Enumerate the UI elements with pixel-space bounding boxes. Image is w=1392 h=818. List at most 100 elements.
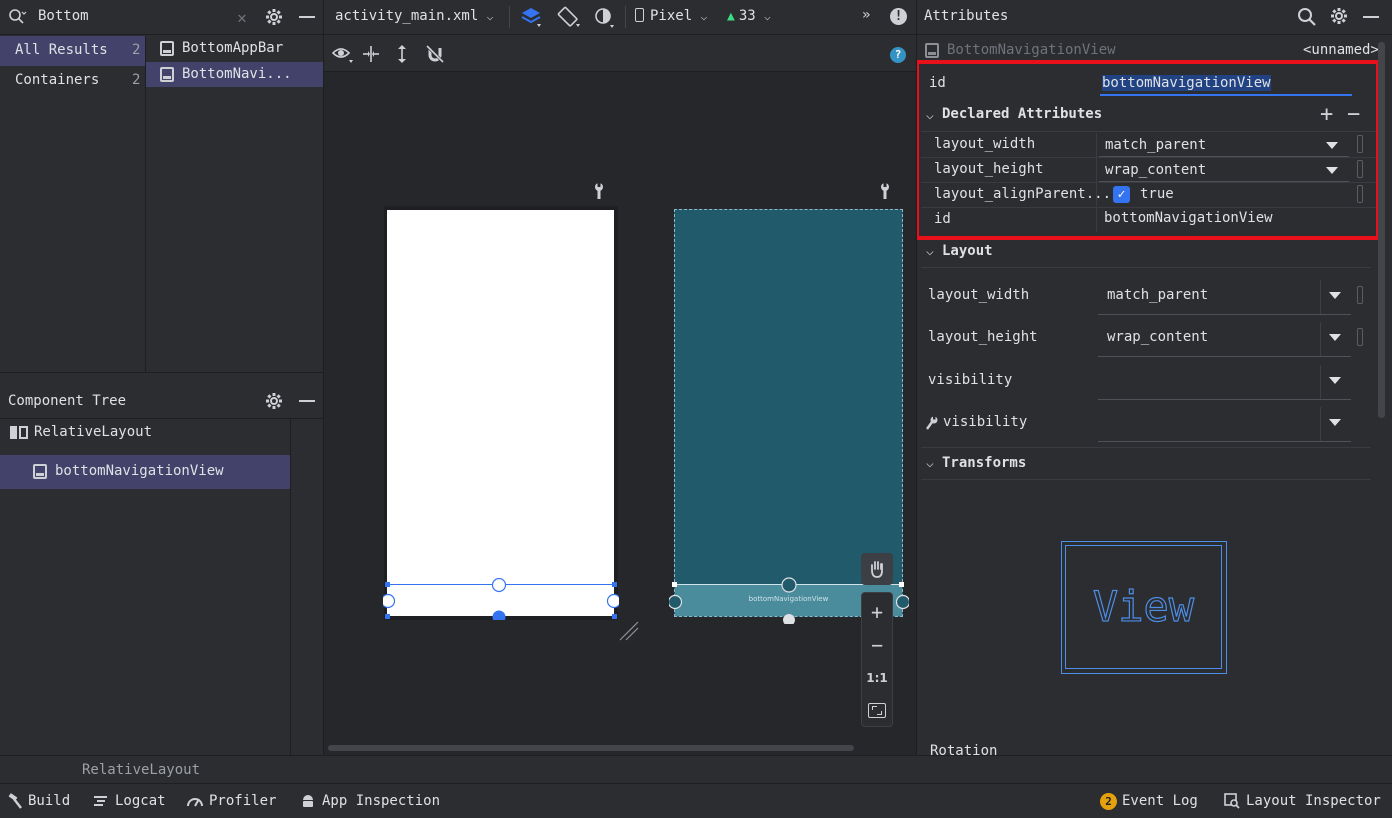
design-canvas[interactable]: bottomNavigationView + − 1:1 xyxy=(324,72,916,755)
zoom-reset-button[interactable]: 1:1 xyxy=(862,663,892,693)
eye-icon[interactable] xyxy=(331,44,356,64)
profiler-tab[interactable]: Profiler xyxy=(186,790,276,812)
dropdown-arrow-icon[interactable] xyxy=(1329,292,1341,299)
theme-icon[interactable] xyxy=(593,6,617,30)
minimize-icon[interactable] xyxy=(299,400,315,402)
resize-handle-icon[interactable] xyxy=(618,620,640,642)
layout-inspector-tab[interactable]: Layout Inspector xyxy=(1224,790,1381,812)
zoom-controls: + − 1:1 xyxy=(861,592,893,727)
side-toggle[interactable] xyxy=(1357,185,1363,203)
widget-icon xyxy=(160,67,174,82)
design-surface[interactable] xyxy=(383,206,619,620)
layout-row[interactable]: visibility xyxy=(917,365,1377,401)
more-icon[interactable]: » xyxy=(862,7,870,23)
category-all-results[interactable]: All Results 2 xyxy=(0,36,145,66)
gear-icon[interactable] xyxy=(264,7,284,27)
android-icon: ▲ xyxy=(727,9,735,24)
palette-item-bottom-app-bar[interactable]: BottomAppBar xyxy=(146,36,323,62)
logcat-icon xyxy=(94,796,107,806)
add-attribute-button[interactable]: + xyxy=(1320,102,1333,127)
palette-item-bottom-navigation-view[interactable]: BottomNavi... xyxy=(146,62,323,87)
pan-button[interactable] xyxy=(861,553,893,585)
wrench-icon[interactable] xyxy=(592,182,606,200)
declared-row[interactable]: id bottomNavigationView xyxy=(921,208,1376,232)
relative-layout-icon xyxy=(10,426,28,439)
warning-icon[interactable]: ! xyxy=(890,8,907,25)
declared-row[interactable]: layout_alignParent... ✓ true xyxy=(921,183,1376,207)
selected-bottom-nav[interactable] xyxy=(383,578,619,620)
design-toolbar: ? xyxy=(324,35,916,71)
tree-node-relative-layout[interactable]: RelativeLayout xyxy=(0,421,290,447)
file-tab[interactable]: activity_main.xml ⌵ xyxy=(335,8,493,24)
layers-icon[interactable] xyxy=(519,5,543,29)
remove-attribute-button[interactable]: − xyxy=(1347,102,1360,127)
tree-node-bottom-navigation-view[interactable]: bottomNavigationView xyxy=(0,455,290,489)
side-toggle[interactable] xyxy=(1357,328,1363,346)
side-toggle[interactable] xyxy=(1357,286,1363,304)
layout-row[interactable]: layout_width match_parent xyxy=(917,280,1377,316)
attribute-name: layout_height xyxy=(928,329,1038,345)
dropdown-arrow-icon[interactable] xyxy=(1329,419,1341,426)
attribute-value[interactable]: match_parent xyxy=(1107,287,1208,303)
build-tab[interactable]: Build xyxy=(7,790,70,812)
declared-row[interactable]: layout_height wrap_content xyxy=(921,158,1376,182)
zoom-in-button[interactable]: + xyxy=(862,597,892,627)
side-toggle[interactable] xyxy=(1357,160,1363,178)
gauge-icon xyxy=(187,798,203,807)
declared-attributes-header[interactable]: ⌵ Declared Attributes + − xyxy=(917,102,1377,128)
device-selector[interactable]: Pixel ⌵ xyxy=(635,8,707,24)
breadcrumb[interactable]: RelativeLayout xyxy=(82,762,200,778)
side-toggle[interactable] xyxy=(1357,135,1363,153)
wrench-icon[interactable] xyxy=(878,182,892,200)
palette-item-label: BottomAppBar xyxy=(182,40,284,56)
layout-row[interactable]: visibility xyxy=(917,407,1377,443)
horizontal-scrollbar[interactable] xyxy=(328,745,854,751)
app-inspection-tab[interactable]: App Inspection xyxy=(301,790,440,812)
api-selector[interactable]: ▲ 33 ⌵ xyxy=(727,8,771,24)
gear-icon[interactable] xyxy=(264,391,284,411)
horizontal-constraint-icon[interactable] xyxy=(361,44,381,64)
clear-search-icon[interactable]: ✕ xyxy=(234,8,250,27)
dropdown-arrow-icon[interactable] xyxy=(1326,167,1338,174)
palette-item-label: BottomNavi... xyxy=(182,66,292,82)
palette-search-input[interactable]: Bottom xyxy=(38,8,89,24)
help-icon[interactable]: ? xyxy=(890,47,906,63)
attribute-value[interactable]: wrap_content xyxy=(1107,329,1208,345)
dropdown-arrow-icon[interactable] xyxy=(1326,142,1338,149)
event-log-badge: 2 xyxy=(1100,792,1117,810)
dropdown-arrow-icon[interactable] xyxy=(1329,334,1341,341)
minimize-icon[interactable] xyxy=(1363,16,1379,18)
section-title: Transforms xyxy=(942,455,1027,471)
logcat-tab[interactable]: Logcat xyxy=(93,790,166,812)
chevron-down-icon: ⌵ xyxy=(926,244,934,259)
checkbox-checked[interactable]: ✓ xyxy=(1113,186,1130,203)
vertical-constraint-icon[interactable] xyxy=(394,44,410,64)
zoom-out-button[interactable]: − xyxy=(862,630,892,660)
layout-row[interactable]: layout_height wrap_content xyxy=(917,322,1377,358)
id-input[interactable]: bottomNavigationView xyxy=(1100,72,1352,96)
attribute-value[interactable]: match_parent xyxy=(1105,137,1206,153)
search-icon[interactable] xyxy=(1297,7,1317,27)
attribute-value[interactable]: wrap_content xyxy=(1105,162,1206,178)
attribute-value[interactable]: bottomNavigationView xyxy=(1104,210,1273,226)
event-log-tab[interactable]: 2 Event Log xyxy=(1100,790,1198,812)
minimize-icon[interactable] xyxy=(299,16,315,18)
layout-section-header[interactable]: ⌵ Layout xyxy=(917,240,1377,264)
orientation-icon[interactable] xyxy=(556,5,582,29)
dropdown-arrow-icon[interactable] xyxy=(1329,377,1341,384)
attribute-name: visibility xyxy=(943,414,1028,430)
file-tab-label: activity_main.xml xyxy=(335,8,479,24)
attribute-value: true xyxy=(1140,186,1174,202)
transforms-section-header[interactable]: ⌵ Transforms xyxy=(917,452,1377,476)
hammer-icon xyxy=(8,793,22,809)
zoom-fit-button[interactable] xyxy=(868,703,886,718)
palette-panel: Bottom ✕ All Results 2 Containers 2 Bott… xyxy=(0,0,323,372)
widget-icon xyxy=(160,41,174,56)
category-containers[interactable]: Containers 2 xyxy=(0,66,145,96)
declared-row[interactable]: layout_width match_parent xyxy=(921,133,1376,157)
tree-node-label: RelativeLayout xyxy=(34,424,153,440)
gear-icon[interactable] xyxy=(1330,7,1350,27)
search-icon[interactable] xyxy=(7,8,29,26)
vertical-scrollbar[interactable] xyxy=(1378,42,1385,418)
magnet-off-icon[interactable] xyxy=(425,44,445,64)
